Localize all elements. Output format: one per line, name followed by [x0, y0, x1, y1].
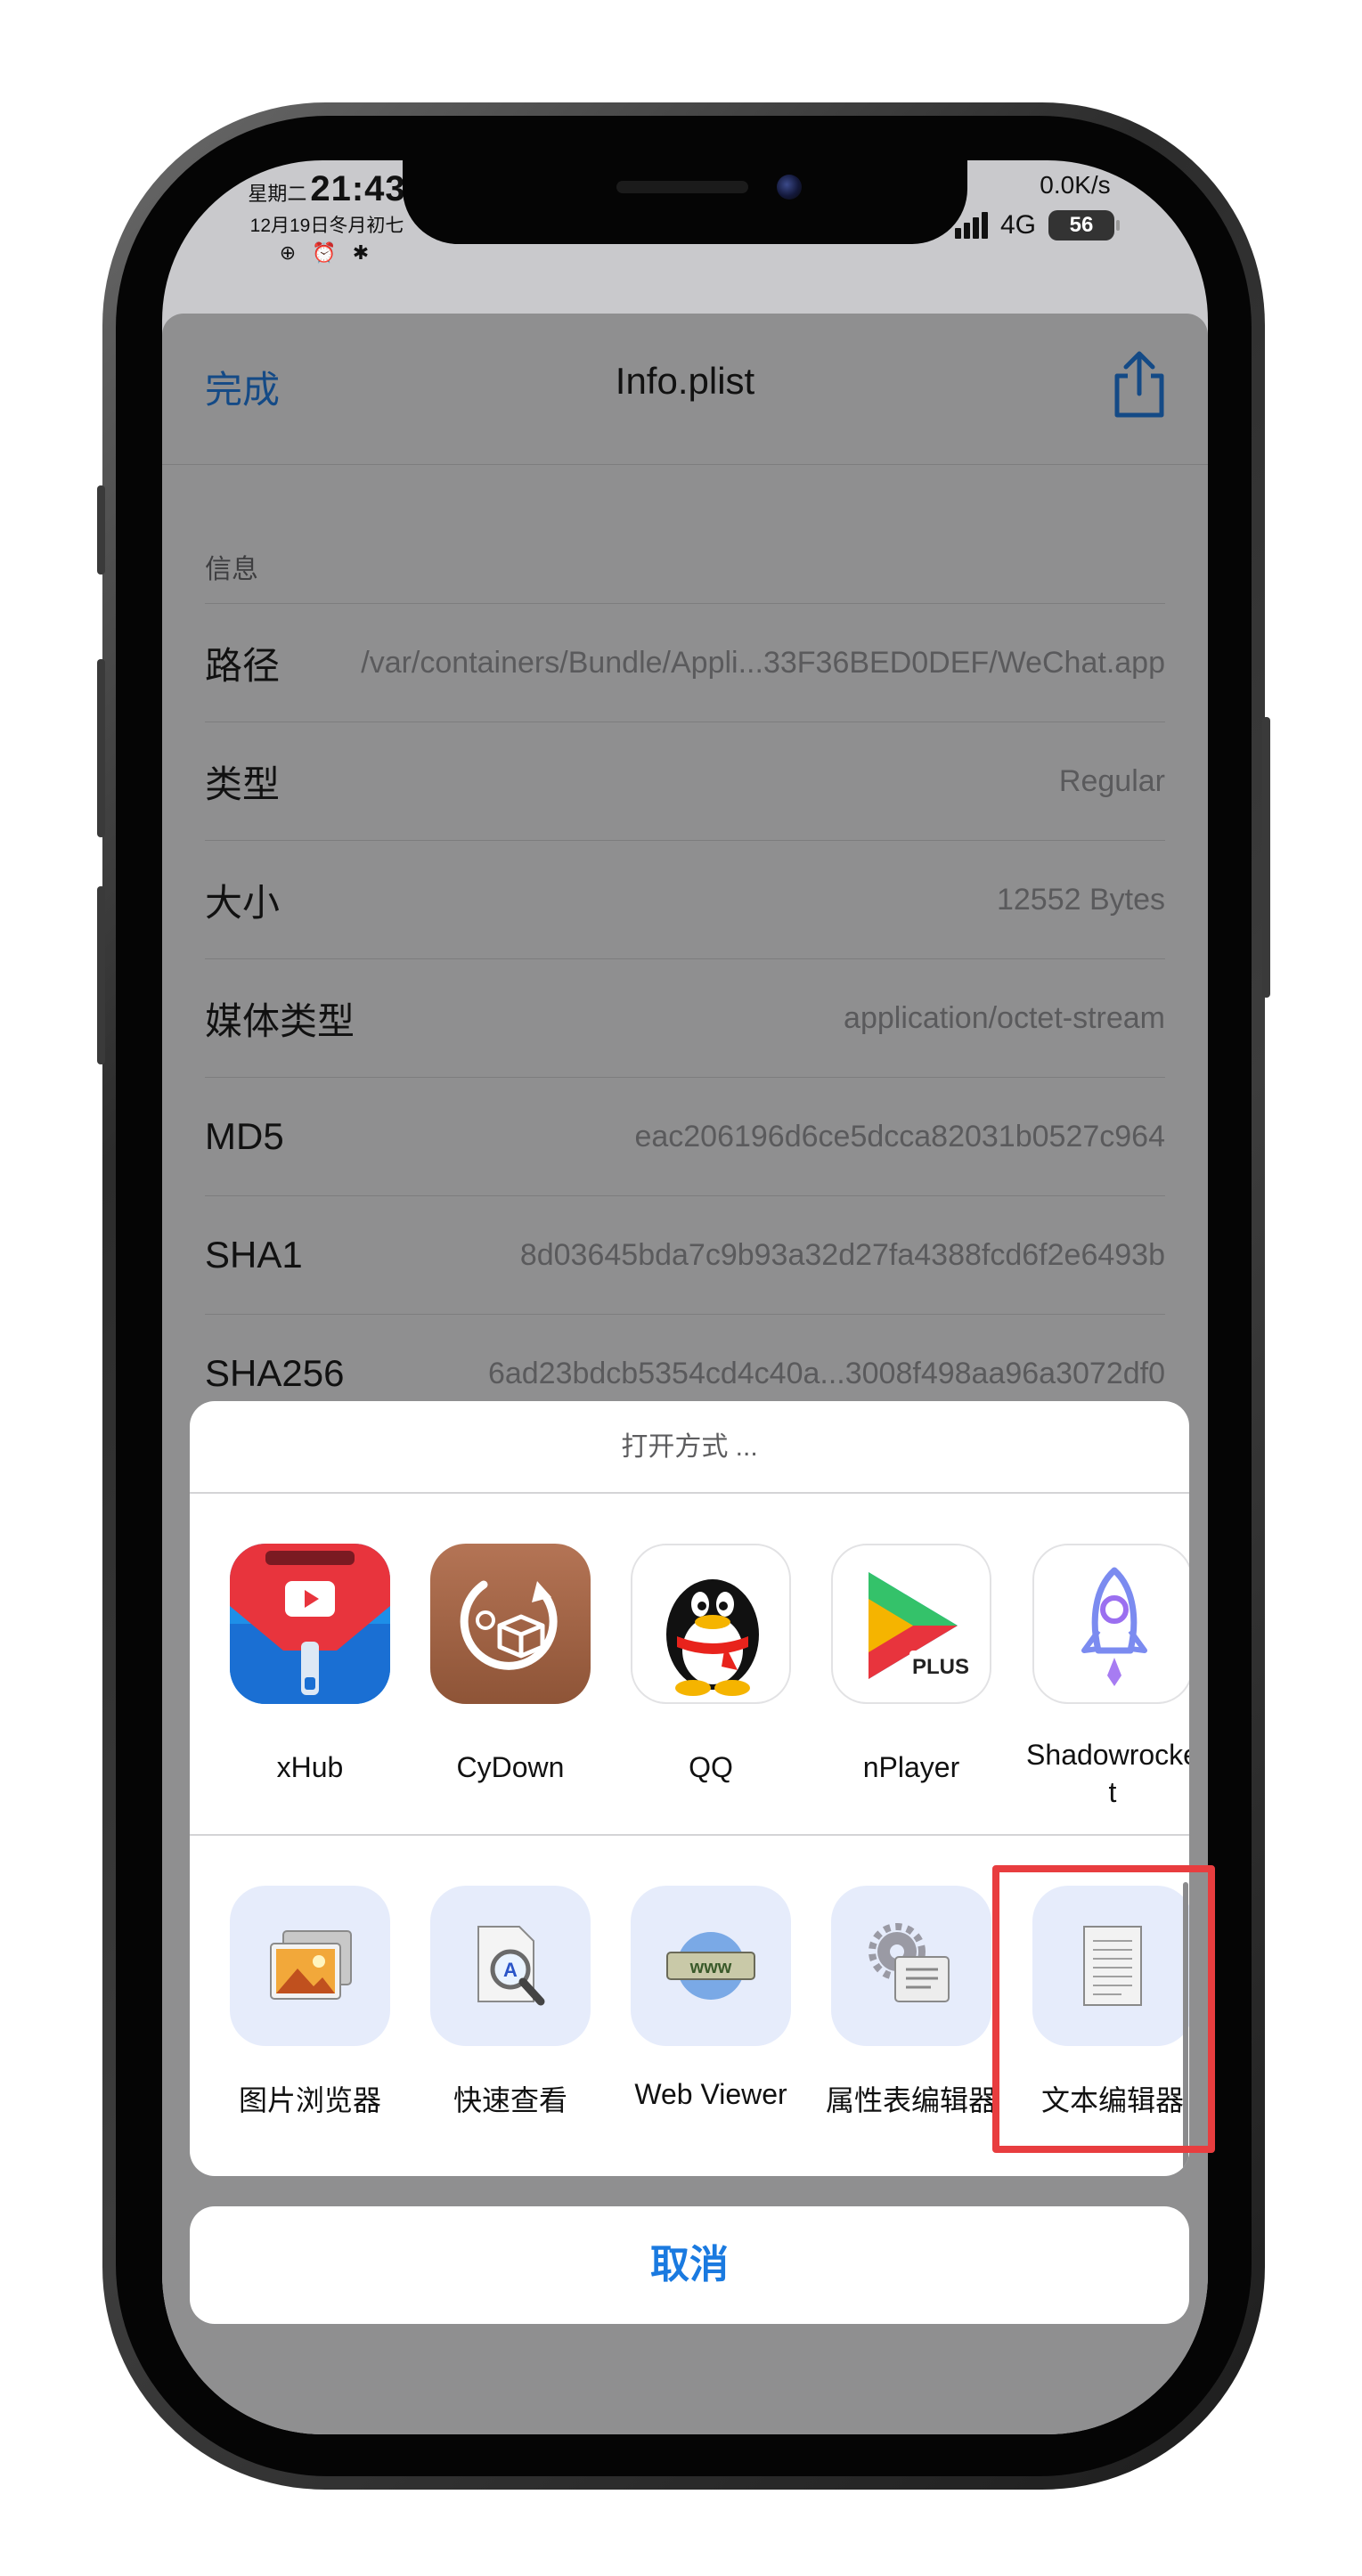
- earpiece-speaker: [616, 181, 748, 193]
- info-row-label: MD5: [205, 1115, 284, 1157]
- info-row-label: 路径: [205, 644, 281, 687]
- info-row-label: 类型: [205, 762, 281, 805]
- battery-icon: 56: [1048, 210, 1121, 240]
- signal-strength-icon: [955, 212, 988, 239]
- action-label: 图片浏览器: [238, 2084, 381, 2116]
- status-bar-left: 星期二 21:43 12月19日冬月初七 ⊕ ⏰ ✱: [224, 169, 429, 265]
- image-viewer-icon: [230, 1886, 390, 2046]
- status-weekday: 星期二: [248, 183, 307, 205]
- info-row-md5[interactable]: MD5 eac206196d6ce5dcca82031b0527c964: [205, 1077, 1165, 1195]
- info-row-path[interactable]: 路径 /var/containers/Bundle/Appli...33F36B…: [205, 603, 1165, 721]
- quick-look-icon: A: [430, 1886, 591, 2046]
- status-time: 21:43: [310, 169, 406, 208]
- action-web-viewer[interactable]: www Web Viewer: [613, 1886, 809, 2111]
- shadowrocket-icon: [1032, 1544, 1189, 1704]
- info-row-size[interactable]: 大小 12552 Bytes: [205, 840, 1165, 958]
- power-button: [1262, 717, 1270, 998]
- xhub-icon: [230, 1544, 390, 1704]
- app-label: CyDown: [456, 1751, 565, 1783]
- info-row-value: eac206196d6ce5dcca82031b0527c964: [634, 1119, 1165, 1153]
- network-speed: 0.0K/s: [1040, 171, 1111, 199]
- www-label: www: [689, 1958, 732, 1977]
- action-label: 快速查看: [453, 2084, 567, 2116]
- volume-up-button: [97, 659, 105, 837]
- info-row-sha1[interactable]: SHA1 8d03645bda7c9b93a32d27fa4388fcd6f2e…: [205, 1195, 1165, 1314]
- app-label: QQ: [689, 1751, 733, 1783]
- info-row-label: 大小: [205, 881, 281, 924]
- action-image-viewer[interactable]: 图片浏览器: [212, 1886, 408, 2119]
- action-label: Web Viewer: [634, 2078, 787, 2110]
- web-viewer-icon: www: [631, 1886, 791, 2046]
- plist-editor-icon: [831, 1886, 991, 2046]
- cydown-icon: [430, 1544, 591, 1704]
- info-row-value: /var/containers/Bundle/Appli...33F36BED0…: [361, 645, 1165, 680]
- share-icon[interactable]: [1108, 349, 1170, 420]
- action-quick-look[interactable]: A 快速查看: [412, 1886, 608, 2119]
- network-type: 4G: [1000, 210, 1037, 240]
- info-row-value: 6ad23bdcb5354cd4c40a...3008f498aa96a3072…: [487, 1356, 1165, 1390]
- app-qq[interactable]: QQ: [613, 1544, 809, 1786]
- info-row-label: SHA256: [205, 1352, 345, 1394]
- info-row-label: SHA1: [205, 1234, 303, 1276]
- info-row-label: 媒体类型: [205, 999, 355, 1042]
- sheet-title: 打开方式 ...: [190, 1401, 1189, 1494]
- info-row-value: 12552 Bytes: [996, 882, 1165, 917]
- volume-down-button: [97, 886, 105, 1064]
- navigation-bar: 完成 Info.plist: [162, 314, 1208, 465]
- front-camera: [777, 175, 802, 200]
- app-cydown[interactable]: CyDown: [412, 1544, 608, 1786]
- info-row-value: Regular: [1058, 763, 1165, 798]
- page-title: Info.plist: [615, 360, 755, 402]
- info-row-type[interactable]: 类型 Regular: [205, 721, 1165, 840]
- app-nplayer[interactable]: PLUS nPlayer: [813, 1544, 1009, 1786]
- status-indicator-icons: ⊕ ⏰ ✱: [279, 241, 375, 264]
- action-label: 属性表编辑器: [825, 2084, 997, 2116]
- status-date: 12月19日冬月初七: [249, 216, 404, 236]
- nplayer-icon: PLUS: [831, 1544, 991, 1704]
- info-row-value: application/octet-stream: [844, 1000, 1165, 1035]
- info-row-media-type[interactable]: 媒体类型 application/octet-stream: [205, 958, 1165, 1077]
- highlight-box: [992, 1865, 1215, 2153]
- action-plist-editor[interactable]: 属性表编辑器: [813, 1886, 1009, 2119]
- notch: [403, 160, 967, 244]
- info-row-value: 8d03645bda7c9b93a32d27fa4388fcd6f2e6493b: [519, 1237, 1165, 1272]
- qq-icon: [631, 1544, 791, 1704]
- status-bar-right: 0.0K/s 4G 56: [955, 171, 1178, 240]
- app-row: xHub CyDown QQ PLUS nPlayer Shadowrocke …: [190, 1494, 1189, 1836]
- app-label: Shadowrocke t: [1026, 1739, 1189, 1808]
- app-shadowrocket[interactable]: Shadowrocke t: [1015, 1544, 1189, 1811]
- svg-text:A: A: [503, 1959, 518, 1981]
- plus-badge: PLUS: [912, 1655, 969, 1679]
- app-label: nPlayer: [862, 1751, 960, 1783]
- mute-switch: [97, 485, 105, 575]
- cancel-button[interactable]: 取消: [190, 2206, 1189, 2324]
- section-header-info: 信息: [205, 555, 258, 584]
- app-xhub[interactable]: xHub: [212, 1544, 408, 1786]
- app-label: xHub: [276, 1751, 344, 1783]
